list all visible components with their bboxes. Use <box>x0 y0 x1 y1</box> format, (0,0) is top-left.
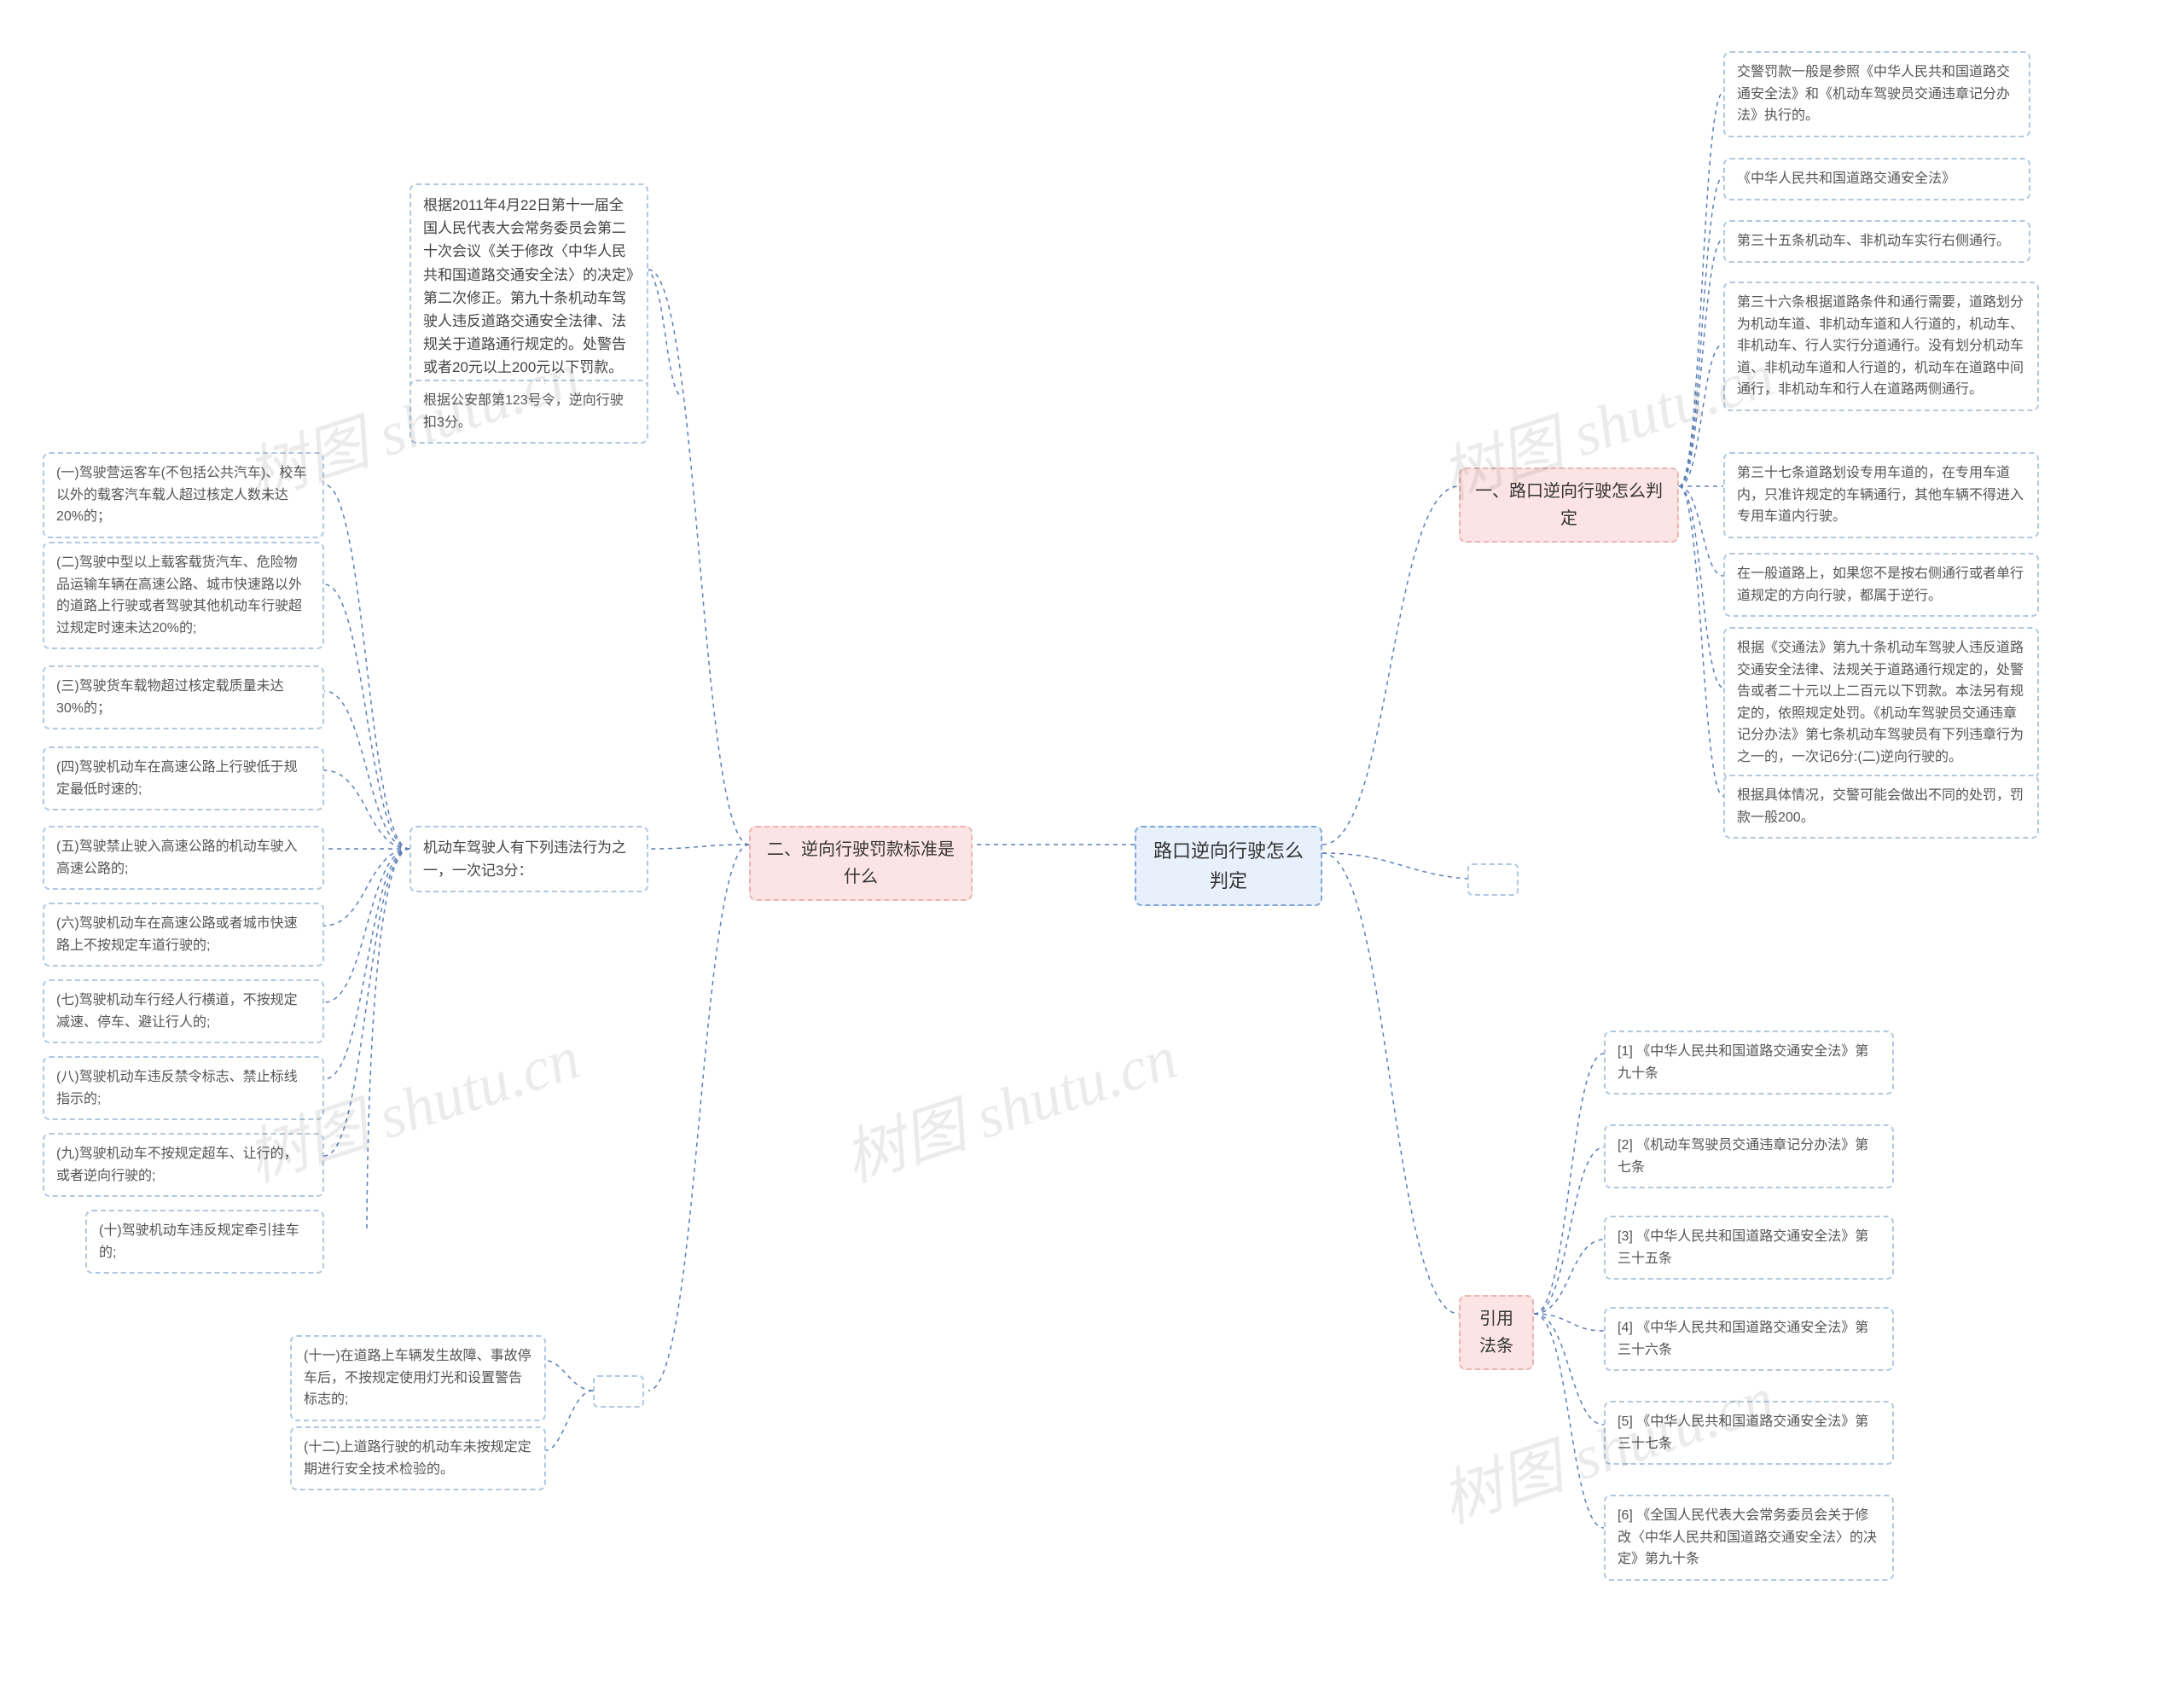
branch-c-leaf[interactable]: [2] 《机动车驾驶员交通违章记分办法》第七条 <box>1604 1124 1894 1188</box>
branch-a-leaf[interactable]: 第三十七条道路划设专用车道的，在专用车道内，只准许规定的车辆通行，其他车辆不得进… <box>1723 452 2039 538</box>
branch-b-sub2-item[interactable]: (七)驾驶机动车行经人行横道，不按规定减速、停车、避让行人的; <box>43 979 324 1043</box>
branch-b-empty-sub <box>593 1375 644 1408</box>
branch-b-sub2-item[interactable]: (六)驾驶机动车在高速公路或者城市快速路上不按规定车道行驶的; <box>43 903 324 967</box>
branch-c-leaf[interactable]: [3] 《中华人民共和国道路交通安全法》第三十五条 <box>1604 1216 1894 1280</box>
branch-b-sub2-item[interactable]: (九)驾驶机动车不按规定超车、让行的，或者逆向行驶的; <box>43 1133 324 1197</box>
branch-c-label: 引用法条 <box>1479 1310 1513 1356</box>
branch-b-label: 二、逆向行驶罚款标准是什么 <box>767 840 955 886</box>
root-node[interactable]: 路口逆向行驶怎么判定 <box>1135 826 1322 906</box>
branch-b-sub3-item[interactable]: (十一)在道路上车辆发生故障、事故停车后，不按规定使用灯光和设置警告标志的; <box>290 1335 546 1421</box>
branch-b-sub2-item[interactable]: (五)驾驶禁止驶入高速公路的机动车驶入高速公路的; <box>43 826 324 890</box>
watermark: 树图 shutu.cn <box>831 1007 1187 1199</box>
branch-b-sub2-item[interactable]: (四)驾驶机动车在高速公路上行驶低于规定最低时速的; <box>43 746 324 810</box>
branch-a-leaf[interactable]: 《中华人民共和国道路交通安全法》 <box>1723 158 2030 200</box>
branch-a-leaf[interactable]: 第三十五条机动车、非机动车实行右侧通行。 <box>1723 220 2030 263</box>
branch-b-sub2[interactable]: 机动车驾驶人有下列违法行为之一，一次记3分： <box>410 826 648 892</box>
branch-a-leaf[interactable]: 在一般道路上，如果您不是按右侧通行或者单行道规定的方向行驶，都属于逆行。 <box>1723 553 2039 617</box>
branch-a[interactable]: 一、路口逆向行驶怎么判定 <box>1459 468 1679 543</box>
branch-b-sub2-item[interactable]: (一)驾驶营运客车(不包括公共汽车)、校车以外的载客汽车载人超过核定人数未达20… <box>43 452 324 538</box>
branch-c-leaf[interactable]: [1] 《中华人民共和国道路交通安全法》第九十条 <box>1604 1031 1894 1095</box>
branch-c-leaf[interactable]: [4] 《中华人民共和国道路交通安全法》第三十六条 <box>1604 1307 1894 1371</box>
branch-a-leaf[interactable]: 第三十六条根据道路条件和通行需要，道路划分为机动车道、非机动车道和人行道的，机动… <box>1723 282 2039 411</box>
empty-branch-mid <box>1467 863 1519 896</box>
branch-c[interactable]: 引用法条 <box>1459 1295 1534 1370</box>
branch-b-sub1-child[interactable]: 根据公安部第123号令，逆向行驶扣3分。 <box>410 380 648 444</box>
branch-b-sub2-item[interactable]: (八)驾驶机动车违反禁令标志、禁止标线指示的; <box>43 1056 324 1120</box>
branch-b[interactable]: 二、逆向行驶罚款标准是什么 <box>749 826 973 901</box>
branch-a-leaf[interactable]: 交警罚款一般是参照《中华人民共和国道路交通安全法》和《机动车驾驶员交通违章记分办… <box>1723 51 2030 137</box>
branch-b-sub3-item[interactable]: (十二)上道路行驶的机动车未按规定定期进行安全技术检验的。 <box>290 1426 546 1490</box>
branch-a-leaf[interactable]: 根据具体情况，交警可能会做出不同的处罚，罚款一般200。 <box>1723 775 2039 839</box>
root-title: 路口逆向行驶怎么判定 <box>1153 840 1304 891</box>
branch-b-sub2-item[interactable]: (二)驾驶中型以上载客载货汽车、危险物品运输车辆在高速公路、城市快速路以外的道路… <box>43 542 324 649</box>
branch-a-label: 一、路口逆向行驶怎么判定 <box>1475 482 1663 528</box>
branch-b-sub2-item[interactable]: (三)驾驶货车载物超过核定载质量未达30%的； <box>43 665 324 729</box>
branch-c-leaf[interactable]: [6] 《全国人民代表大会常务委员会关于修改〈中华人民共和国道路交通安全法〉的决… <box>1604 1495 1894 1581</box>
branch-a-leaf[interactable]: 根据《交通法》第九十条机动车驾驶人违反道路交通安全法律、法规关于道路通行规定的，… <box>1723 627 2039 779</box>
branch-b-sub2-item[interactable]: (十)驾驶机动车违反规定牵引挂车的; <box>85 1210 324 1274</box>
branch-c-leaf[interactable]: [5] 《中华人民共和国道路交通安全法》第三十七条 <box>1604 1401 1894 1465</box>
